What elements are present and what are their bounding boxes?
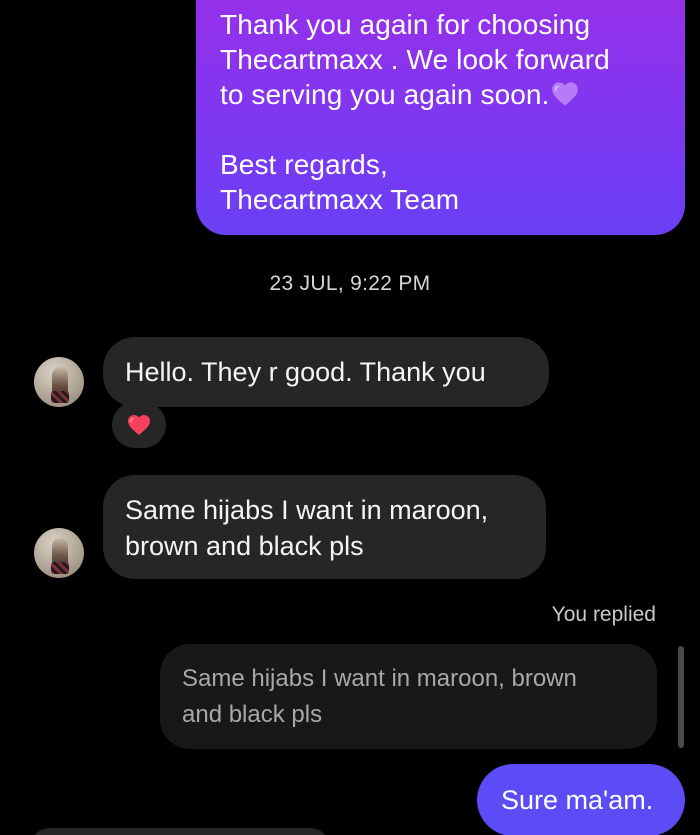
replied-label: You replied — [551, 603, 656, 626]
message-line: Best regards, — [220, 149, 388, 180]
message-line: Thank you again for choosing — [220, 9, 591, 40]
message-text: Hello. They r good. Thank you — [125, 357, 486, 387]
message-line: brown and black pls — [125, 531, 364, 561]
quoted-message[interactable]: Same hijabs I want in maroon, brown and … — [160, 644, 657, 749]
outgoing-reply-bubble[interactable]: Sure ma'am. — [477, 764, 685, 835]
message-line: Thecartmaxx Team — [220, 184, 460, 215]
avatar[interactable] — [34, 528, 84, 578]
quote-line: Same hijabs I want in maroon, brown — [182, 665, 577, 692]
purple-heart-icon — [552, 82, 579, 106]
avatar[interactable] — [34, 357, 84, 407]
message-line: to serving you again soon. — [220, 77, 661, 112]
message-line: Same hijabs I want in maroon, — [125, 495, 489, 525]
chat-screen: Thank you again for choosing Thecartmaxx… — [0, 0, 700, 835]
chat-timestamp: 23 JUL, 9:22 PM — [269, 272, 431, 295]
reaction-badge[interactable] — [112, 402, 166, 448]
incoming-message-bubble[interactable]: Hello. They r good. Thank you — [103, 337, 549, 407]
outgoing-message-bubble[interactable]: Thank you again for choosing Thecartmaxx… — [196, 0, 685, 235]
message-line-text: to serving you again soon. — [220, 79, 550, 110]
message-line: Thecartmaxx . We look forward — [220, 44, 610, 75]
quote-line: and black pls — [182, 701, 323, 728]
message-text: Sure ma'am. — [501, 785, 654, 815]
incoming-message-bubble[interactable]: Same hijabs I want in maroon, brown and … — [103, 475, 546, 579]
incoming-message-bubble-partial[interactable] — [30, 828, 330, 835]
avatar-figure-detail — [51, 562, 69, 574]
red-heart-icon — [128, 415, 150, 435]
avatar-figure-detail — [51, 391, 69, 403]
quote-indicator-bar — [678, 646, 684, 748]
